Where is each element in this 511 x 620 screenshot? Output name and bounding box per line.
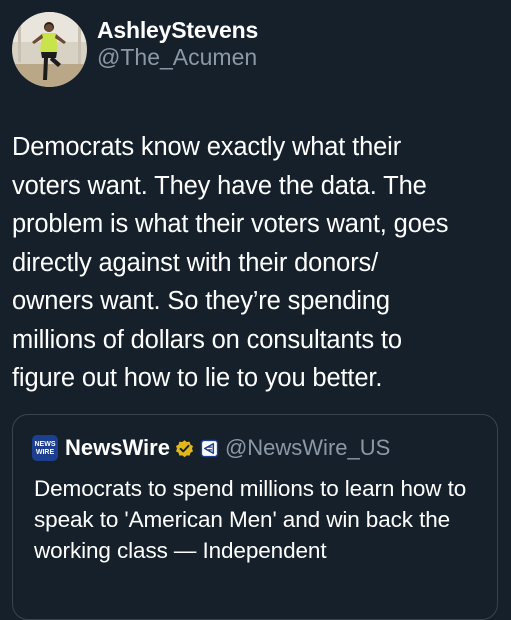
affiliate-badge-icon — [200, 439, 219, 457]
quoted-tweet-text: Democrats to spend millions to learn how… — [34, 476, 467, 563]
author-display-name[interactable]: AshleyStevens — [97, 17, 258, 44]
author-names: AshleyStevens @The_Acumen — [97, 17, 258, 71]
avatar-photo — [12, 12, 87, 87]
source-logo-text-line2: WIRE — [35, 448, 55, 456]
author-row: AshleyStevens @The_Acumen — [12, 12, 258, 87]
source-name[interactable]: NewsWire — [65, 435, 170, 461]
avatar[interactable] — [12, 12, 87, 87]
tweet-text: Democrats know exactly what their voters… — [12, 133, 449, 392]
source-avatar[interactable]: NEWS WIRE — [32, 435, 58, 461]
quoted-tweet-header: NEWS WIRE NewsWire @NewsWire_US — [32, 435, 390, 461]
author-handle[interactable]: @The_Acumen — [97, 44, 258, 71]
source-handle[interactable]: @NewsWire_US — [225, 435, 390, 461]
source-logo-text-line1: NEWS — [34, 440, 56, 448]
quoted-tweet-card[interactable]: NEWS WIRE NewsWire @NewsWire_US Democrat… — [12, 414, 498, 620]
tweet: AshleyStevens @The_Acumen Democrats know… — [0, 0, 511, 620]
verified-badge-icon — [175, 439, 193, 457]
